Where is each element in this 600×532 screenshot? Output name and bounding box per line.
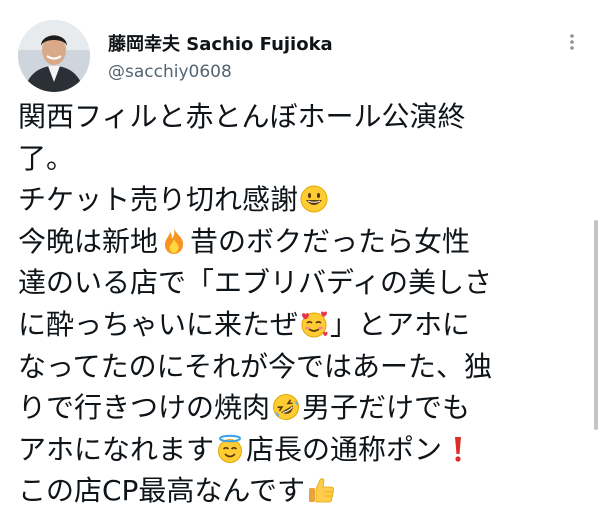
tweet-text-segment: 」とアホに xyxy=(330,307,471,341)
rolling-on-floor-laughing-emoji xyxy=(271,392,301,422)
more-dots-icon xyxy=(570,34,574,50)
tweet-text-segment: 男子だけでも xyxy=(302,391,471,425)
red-exclamation-emoji xyxy=(443,434,473,464)
scrollbar[interactable] xyxy=(594,220,598,430)
display-name[interactable]: 藤岡幸夫 Sachio Fujioka xyxy=(108,30,333,56)
tweet-text-segment: この店CP最高なんです xyxy=(18,474,306,508)
tweet-text-segment: なってたのにそれが今ではあーた、独 xyxy=(18,349,493,383)
tweet-line: この店CP最高なんです xyxy=(18,470,578,512)
smiling-face-with-halo-emoji xyxy=(215,434,245,464)
tweet-text-segment: アホになれます xyxy=(18,432,215,466)
tweet-text-segment: 達のいる店で「エブリバディの美しさ xyxy=(18,266,493,300)
tweet-text-segment: チケット売り切れ感謝 xyxy=(18,183,299,217)
tweet-text-segment: りで行きつけの焼肉 xyxy=(18,391,271,425)
smiling-face-with-hearts-emoji xyxy=(299,309,329,339)
avatar[interactable] xyxy=(18,20,90,92)
tweet-card: 藤岡幸夫 Sachio Fujioka @sacchiy0608 関西フィルと赤… xyxy=(0,0,600,532)
user-handle[interactable]: @sacchiy0608 xyxy=(108,62,232,82)
more-options-button[interactable] xyxy=(560,30,584,54)
tweet-line: 関西フィルと赤とんぼホール公演終 xyxy=(18,96,578,138)
thumbs-up-emoji xyxy=(306,475,336,505)
tweet-line: 今晩は新地 昔のボクだったら女性 xyxy=(18,221,578,263)
tweet-line: なってたのにそれが今ではあーた、独 xyxy=(18,346,578,388)
tweet-text-segment: 昔のボクだったら女性 xyxy=(190,224,471,258)
tweet-text: 関西フィルと赤とんぼホール公演終 了。 チケット売り切れ感謝 今晩は新地 昔のボク… xyxy=(18,96,578,512)
grinning-face-emoji xyxy=(299,184,329,214)
tweet-text-segment: 了。 xyxy=(18,141,75,175)
tweet-line: アホになれます 店長の通称ポン xyxy=(18,429,578,471)
tweet-text-segment: 店長の通称ポン xyxy=(246,432,443,466)
tweet-text-segment: に酔っちゃいに来たぜ xyxy=(18,307,299,341)
tweet-line: に酔っちゃいに来たぜ 」とアホに xyxy=(18,304,578,346)
tweet-line: 達のいる店で「エブリバディの美しさ xyxy=(18,262,578,304)
tweet-line: チケット売り切れ感謝 xyxy=(18,179,578,221)
tweet-line: りで行きつけの焼肉 男子だけでも xyxy=(18,387,578,429)
tweet-line: 了。 xyxy=(18,138,578,180)
tweet-text-segment: 関西フィルと赤とんぼホール公演終 xyxy=(18,100,466,133)
display-name-row: 藤岡幸夫 Sachio Fujioka xyxy=(108,30,333,56)
tweet-text-segment: 今晩は新地 xyxy=(18,224,159,258)
fire-emoji xyxy=(159,226,189,256)
